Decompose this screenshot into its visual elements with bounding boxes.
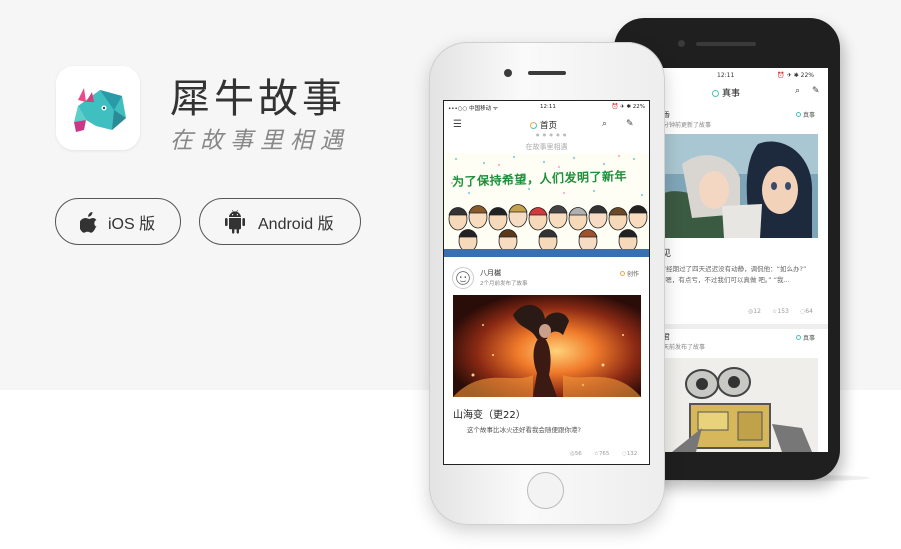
search-icon[interactable]: ⌕ [795, 86, 800, 96]
search-icon[interactable]: ⌕ [602, 119, 607, 129]
edit-icon[interactable]: ✎ [812, 86, 820, 96]
iphone-status-battery: ⏰ ✈ ✱ 22% [611, 104, 645, 110]
iphone-likes: 765 [598, 451, 610, 457]
brand-title: 犀牛故事 [170, 76, 346, 122]
android-card2-tag: 真事 [796, 333, 815, 342]
iphone-status-time: 12:11 [540, 104, 556, 110]
android-card1-excerpt: 7经期过了四天迟迟没有动静，调侃他：“如么办?” “嗯，有点亏，不过我们可以真做… [662, 265, 807, 284]
android-speaker [696, 42, 756, 46]
robot-sketch-image [662, 358, 818, 452]
iphone-nav-bar: ☰ 首页 ● ● ● ● ● ⌕ ✎ [444, 115, 649, 137]
app-logo [56, 66, 140, 150]
iphone-mockup: •••○○ 中国移动 ᯤ 12:11 ⏰ ✈ ✱ 22% ☰ 首页 ● ● ● … [429, 42, 665, 525]
avatar-sketch-icon [456, 271, 470, 285]
ring-icon [530, 122, 537, 129]
apple-icon [80, 211, 97, 233]
iphone-carrier: •••○○ 中国移动 ᯤ [448, 106, 498, 112]
android-card2-tag-label: 真事 [803, 335, 816, 342]
home-button[interactable] [527, 472, 564, 509]
iphone-comments: 132 [626, 451, 638, 457]
android-icon [225, 209, 245, 234]
ios-download-label: iOS 版 [108, 215, 156, 233]
comment-count: ◌ 132 [622, 451, 638, 457]
android-nav-title[interactable]: 真事 [712, 86, 740, 99]
like-count: ☆ 765 [594, 451, 610, 457]
android-card1-tag-label: 真事 [803, 112, 816, 119]
brand-slogan: 在故事里相遇 [170, 128, 350, 154]
iphone-card-tag: 创作 [620, 269, 639, 278]
iphone-subtitle: 在故事里相遇 [525, 143, 568, 151]
android-card1-tag: 真事 [796, 110, 815, 119]
iphone-nav-title[interactable]: 首页 [530, 119, 557, 131]
android-card1-views: 12 [753, 308, 761, 315]
iphone-story-excerpt: 这个故事比冰火还好看我会随便跟你港? [467, 426, 581, 434]
page-indicator: ● ● ● ● ● [536, 132, 568, 137]
view-count: ◎ 56 [570, 451, 582, 457]
android-download-label: Android 版 [258, 215, 334, 233]
iphone-status-bar: •••○○ 中国移动 ᯤ 12:11 ⏰ ✈ ✱ 22% [444, 101, 649, 113]
ring-icon [712, 90, 719, 97]
comment-count: ◌ 64 [800, 308, 813, 315]
iphone-speaker [528, 71, 566, 75]
edit-icon[interactable]: ✎ [626, 119, 634, 129]
iphone-card-tag-label: 创作 [627, 271, 640, 278]
iphone-card-author[interactable]: 八月樾 [480, 268, 501, 278]
iphone-camera [504, 69, 512, 77]
tag-dot-icon [620, 271, 625, 276]
iphone-card-image[interactable] [453, 295, 641, 397]
android-card1-likes: 153 [777, 308, 789, 315]
android-status-battery: ⏰ ✈ ✱ 22% [777, 72, 814, 79]
menu-icon[interactable]: ☰ [453, 119, 462, 130]
android-card1-comments: 64 [805, 308, 813, 315]
iphone-screen: •••○○ 中国移动 ᯤ 12:11 ⏰ ✈ ✱ 22% ☰ 首页 ● ● ● … [443, 100, 650, 465]
android-card1-image[interactable] [662, 134, 818, 238]
android-card2-meta: 天前发布了故事 [663, 344, 706, 351]
anime-illustration-image [662, 134, 818, 238]
android-download-button[interactable]: Android 版 [199, 198, 361, 245]
ios-download-button[interactable]: iOS 版 [55, 198, 181, 245]
android-nav-title-text: 真事 [722, 89, 741, 99]
avatar[interactable] [452, 267, 474, 289]
new-year-banner[interactable]: 为了保持希望，人们发明了新年 [444, 153, 649, 257]
tag-dot-icon [796, 335, 801, 340]
view-count: ◎ 12 [748, 308, 761, 315]
rhino-logo-icon [56, 66, 140, 150]
iphone-card-meta: 2个月前发布了故事 [480, 281, 528, 287]
android-status-time: 12:11 [717, 72, 735, 79]
fire-dragon-image [453, 295, 641, 397]
android-card1-meta: 分钟前更新了故事 [663, 122, 712, 129]
iphone-story-title[interactable]: 山海变（更22） [453, 406, 526, 421]
android-camera [678, 40, 685, 47]
iphone-views: 56 [574, 451, 582, 457]
iphone-nav-title-text: 首页 [540, 121, 558, 131]
tag-dot-icon [796, 112, 801, 117]
like-count: ☆ 153 [772, 308, 789, 315]
android-card2-image[interactable] [662, 358, 818, 452]
